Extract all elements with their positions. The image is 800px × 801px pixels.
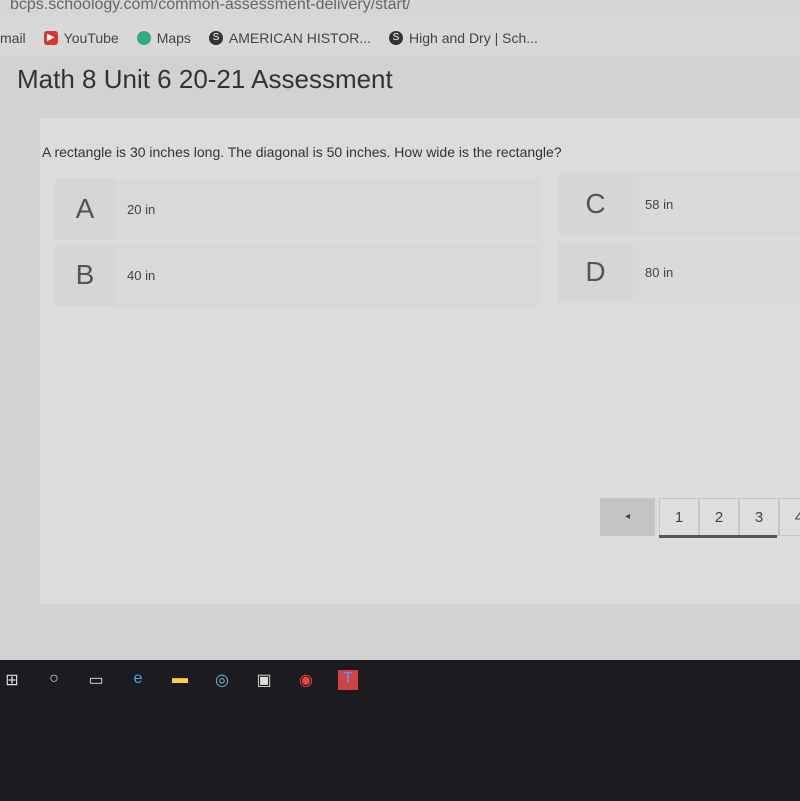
question-text: A rectangle is 30 inches long. The diago… bbox=[42, 144, 562, 160]
bookmark-american-history[interactable]: S AMERICAN HISTOR... bbox=[208, 30, 372, 46]
previous-button[interactable]: ◂ bbox=[600, 498, 655, 536]
bookmark-label: mail bbox=[0, 30, 26, 46]
page-4-button[interactable]: 4 bbox=[779, 498, 800, 536]
choice-letter: B bbox=[75, 259, 95, 290]
page-title: Math 8 Unit 6 20-21 Assessment bbox=[17, 64, 393, 94]
settings-icon[interactable]: ◎ bbox=[212, 670, 232, 690]
bookmark-gmail[interactable]: mail bbox=[0, 30, 26, 46]
bookmarks-bar: mail ▶ YouTube Maps S AMERICAN HISTOR... S… bbox=[0, 20, 800, 56]
choice-letter: A bbox=[75, 193, 95, 224]
assessment-page: Math 8 Unit 6 20-21 Assessment A rectang… bbox=[0, 56, 800, 676]
address-bar[interactable]: bcps.schoology.com/common-assessment-del… bbox=[0, 0, 800, 20]
bookmark-label: YouTube bbox=[63, 30, 119, 46]
choice-text: 40 in bbox=[115, 244, 540, 306]
taskbar: ⊞ ○ ▭ e ▬ ◎ ▣ ◉ T bbox=[0, 660, 800, 801]
search-icon[interactable]: ○ bbox=[44, 670, 64, 690]
maps-icon bbox=[136, 31, 151, 45]
task-view-icon[interactable]: ▭ bbox=[86, 670, 106, 690]
schoology-icon: S bbox=[208, 31, 223, 45]
windows-icon[interactable]: ⊞ bbox=[2, 670, 22, 690]
bookmark-maps[interactable]: Maps bbox=[136, 30, 191, 46]
choice-text: 58 in bbox=[633, 173, 800, 235]
url-text: bcps.schoology.com/common-assessment-del… bbox=[10, 0, 411, 13]
file-explorer-icon[interactable]: ▬ bbox=[170, 670, 190, 690]
current-page-indicator bbox=[659, 535, 777, 538]
choice-b[interactable]: B 40 in bbox=[55, 244, 540, 306]
bookmark-label: High and Dry | Sch... bbox=[409, 30, 538, 46]
bookmark-high-and-dry[interactable]: S High and Dry | Sch... bbox=[389, 30, 538, 46]
choice-letter: C bbox=[585, 188, 606, 219]
edge-icon[interactable]: e bbox=[128, 670, 148, 690]
choice-d[interactable]: D 80 in bbox=[558, 241, 800, 303]
page-1-button[interactable]: 1 bbox=[659, 498, 699, 536]
bookmark-youtube[interactable]: ▶ YouTube bbox=[43, 30, 119, 46]
choice-a[interactable]: A 20 in bbox=[55, 178, 540, 240]
chrome-icon[interactable]: ◉ bbox=[296, 670, 316, 690]
schoology-icon: S bbox=[389, 31, 404, 45]
bookmark-label: AMERICAN HISTOR... bbox=[228, 30, 372, 46]
store-icon[interactable]: ▣ bbox=[254, 670, 274, 690]
youtube-icon: ▶ bbox=[43, 31, 58, 45]
question-pager: ◂ 1 2 3 4 bbox=[600, 498, 800, 536]
page-3-button[interactable]: 3 bbox=[739, 498, 779, 536]
choice-text: 80 in bbox=[633, 241, 800, 303]
page-2-button[interactable]: 2 bbox=[699, 498, 739, 536]
teams-icon[interactable]: T bbox=[338, 670, 358, 690]
choice-c[interactable]: C 58 in bbox=[558, 173, 800, 235]
choice-letter: D bbox=[585, 256, 606, 287]
choice-text: 20 in bbox=[115, 178, 540, 240]
bookmark-label: Maps bbox=[156, 30, 191, 46]
